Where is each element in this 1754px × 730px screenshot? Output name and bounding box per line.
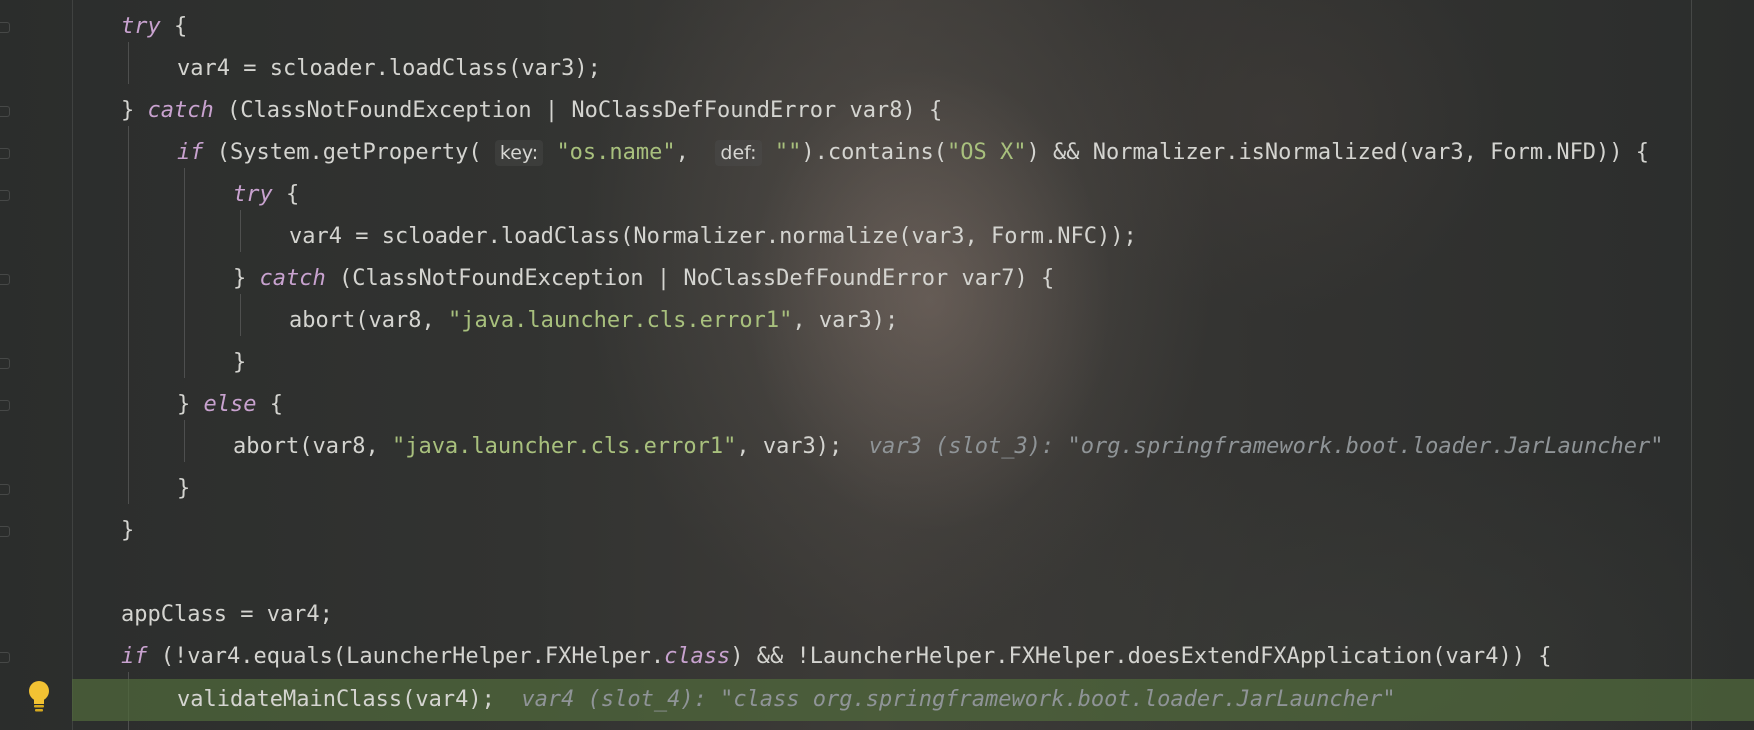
code-token: ) && Normalizer.isNormalized(var3, Form.… [1026, 140, 1650, 165]
code-editor[interactable]: try { var4 = scloader.loadClass(var3); }… [0, 0, 1754, 730]
code-line[interactable]: if (!var4.equals(LauncherHelper.FXHelper… [121, 636, 1552, 678]
code-token: { [256, 392, 283, 417]
string-literal: "java.launcher.cls.error1" [447, 308, 793, 333]
indent-guide [128, 42, 129, 84]
code-line[interactable]: } else { [177, 384, 283, 426]
keyword-token: if [177, 140, 204, 165]
code-line-current[interactable]: validateMainClass(var4); var4 (slot_4): … [177, 679, 1396, 721]
code-token: , var3); [792, 308, 899, 333]
code-token: } [121, 518, 135, 543]
code-token: var4 = scloader.loadClass(Normalizer.nor… [289, 224, 1137, 249]
code-line[interactable]: try { [233, 174, 299, 216]
keyword-token: try [121, 14, 161, 39]
fold-marker[interactable] [0, 106, 10, 117]
fold-marker[interactable] [0, 358, 10, 369]
string-literal: "OS X" [947, 140, 1027, 165]
fold-marker[interactable] [0, 22, 10, 33]
code-line[interactable]: } [177, 468, 190, 510]
code-token: } [177, 476, 191, 501]
string-literal: "os.name" [556, 140, 676, 165]
fold-marker[interactable] [0, 400, 10, 411]
right-margin-guide [1691, 0, 1692, 730]
fold-marker[interactable] [0, 484, 10, 495]
code-line[interactable]: appClass = var4; [121, 594, 333, 636]
keyword-token: try [233, 182, 273, 207]
code-line[interactable]: } [121, 510, 134, 552]
code-token: } [233, 350, 247, 375]
fold-marker[interactable] [0, 190, 10, 201]
code-token: { [160, 14, 188, 39]
code-token: var4 = scloader.loadClass(var3); [177, 56, 601, 81]
fold-marker[interactable] [0, 526, 10, 537]
code-token: ) && !LauncherHelper.FXHelper.doesExtend… [730, 644, 1552, 669]
code-token: { [272, 182, 300, 207]
code-token: (ClassNotFoundException | NoClassDefFoun… [213, 98, 943, 123]
parameter-hint: def: [715, 140, 762, 166]
keyword-token: catch [147, 98, 214, 123]
lightbulb-icon[interactable] [25, 679, 53, 713]
fold-marker[interactable] [0, 652, 10, 663]
parameter-hint: key: [494, 140, 544, 166]
string-literal: "java.launcher.cls.error1" [391, 434, 737, 459]
keyword-token: else [203, 392, 257, 417]
code-line[interactable]: if (System.getProperty( key: "os.name", … [177, 132, 1649, 174]
code-token: } [177, 392, 204, 417]
code-token: abort(var8, [289, 308, 448, 333]
code-line[interactable]: } [233, 342, 246, 384]
indent-guide [128, 126, 129, 504]
code-line[interactable]: abort(var8, "java.launcher.cls.error1", … [289, 300, 898, 342]
code-token: , [675, 140, 716, 165]
code-line[interactable]: try { [121, 6, 187, 48]
code-token: abort(var8, [233, 434, 392, 459]
code-line[interactable]: var4 = scloader.loadClass(var3); [177, 48, 601, 90]
fold-marker[interactable] [0, 148, 10, 159]
editor-gutter[interactable] [0, 0, 73, 730]
code-token: validateMainClass(var4); [177, 687, 495, 712]
string-literal: "" [774, 140, 802, 165]
keyword-token: catch [259, 266, 326, 291]
indent-guide [240, 294, 241, 336]
code-line[interactable]: } catch (ClassNotFoundException | NoClas… [121, 90, 942, 132]
code-token: appClass = var4; [121, 602, 333, 627]
inline-debug-value: var3 (slot_3): "org.springframework.boot… [868, 434, 1664, 459]
code-token: , var3); [736, 434, 843, 459]
code-line[interactable]: var4 = scloader.loadClass(Normalizer.nor… [289, 216, 1137, 258]
indent-guide [184, 168, 185, 378]
fold-marker[interactable] [0, 274, 10, 285]
indent-guide [240, 210, 241, 252]
code-token: (!var4.equals(LauncherHelper.FXHelper. [147, 644, 665, 669]
code-line[interactable]: } catch (ClassNotFoundException | NoClas… [233, 258, 1054, 300]
inline-debug-value: var4 (slot_4): "class org.springframewor… [521, 687, 1396, 712]
code-token: } [121, 98, 148, 123]
indent-guide [184, 420, 185, 462]
code-token: (ClassNotFoundException | NoClassDefFoun… [325, 266, 1055, 291]
keyword-token: if [121, 644, 148, 669]
code-line[interactable]: abort(var8, "java.launcher.cls.error1", … [233, 426, 1664, 468]
code-token: ).contains( [801, 140, 948, 165]
code-token: } [233, 266, 260, 291]
code-token: (System.getProperty( [203, 140, 495, 165]
keyword-token: class [664, 644, 731, 669]
